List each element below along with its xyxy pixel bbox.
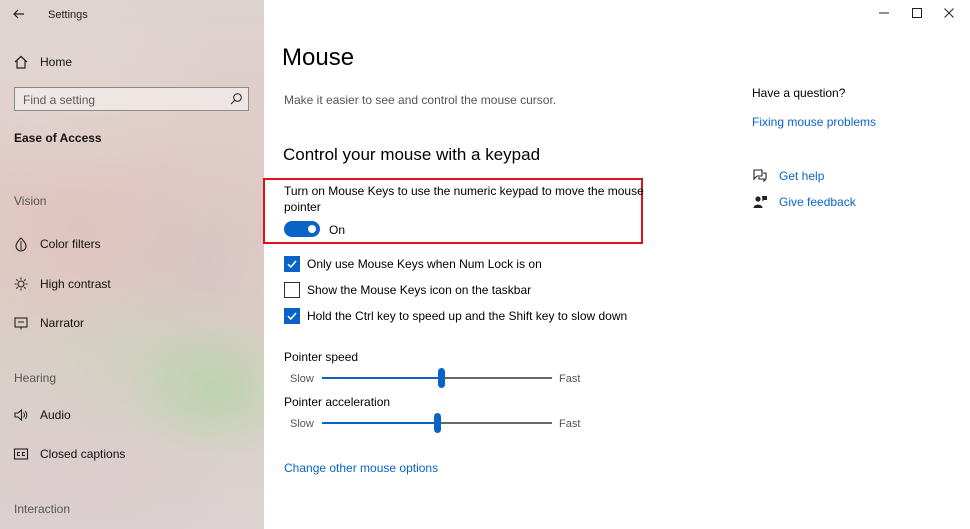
- page-description: Make it easier to see and control the mo…: [284, 93, 557, 107]
- mouse-keys-toggle[interactable]: [284, 221, 320, 237]
- feedback-icon: [752, 194, 768, 210]
- closed-captions-icon: [12, 445, 30, 463]
- toggle-knob: [308, 225, 316, 233]
- checkbox-checked[interactable]: [284, 308, 300, 324]
- window-title: Settings: [48, 9, 88, 21]
- pointer-acceleration-max-label: Fast: [559, 418, 581, 430]
- sidebar-item-label: High contrast: [40, 277, 111, 291]
- sidebar: Settings Home Find a setting Ease of Acc…: [0, 0, 264, 529]
- give-feedback-label: Give feedback: [779, 195, 856, 209]
- checkmark-icon: [287, 312, 297, 321]
- checkbox-label: Hold the Ctrl key to speed up and the Sh…: [307, 309, 628, 323]
- help-title: Have a question?: [752, 86, 846, 100]
- mouse-keys-label: Turn on Mouse Keys to use the numeric ke…: [284, 184, 644, 214]
- pointer-acceleration-thumb[interactable]: [433, 413, 441, 433]
- checkbox-unchecked[interactable]: [284, 282, 300, 298]
- maximize-button[interactable]: [904, 3, 930, 23]
- checkmark-icon: [287, 260, 297, 269]
- sidebar-item-label: Narrator: [40, 316, 85, 330]
- brightness-icon: [12, 275, 30, 293]
- section-title: Ease of Access: [14, 131, 102, 145]
- search-icon: [230, 93, 242, 105]
- sidebar-item-label: Audio: [40, 408, 71, 422]
- sidebar-item-label: Closed captions: [40, 447, 126, 461]
- pointer-acceleration-fill: [322, 422, 437, 424]
- back-button[interactable]: [8, 4, 30, 24]
- group-heading-hearing: Hearing: [14, 371, 57, 385]
- back-arrow-icon: [13, 9, 24, 19]
- search-placeholder: Find a setting: [23, 93, 96, 107]
- pointer-acceleration-min-label: Slow: [290, 418, 314, 430]
- sidebar-item-color-filters[interactable]: Color filters: [12, 232, 101, 256]
- checkbox-taskbar-icon[interactable]: Show the Mouse Keys icon on the taskbar: [284, 281, 531, 299]
- get-help-link[interactable]: Get help: [752, 168, 824, 184]
- minimize-icon: [879, 12, 889, 14]
- group-heading-vision: Vision: [14, 194, 47, 208]
- fixing-mouse-problems-link[interactable]: Fixing mouse problems: [752, 115, 876, 129]
- pointer-speed-fill: [322, 377, 442, 379]
- color-filters-icon: [12, 235, 30, 253]
- give-feedback-link[interactable]: Give feedback: [752, 194, 856, 210]
- speaker-icon: [12, 406, 30, 424]
- sidebar-item-high-contrast[interactable]: High contrast: [12, 272, 111, 296]
- checkbox-ctrl-shift[interactable]: Hold the Ctrl key to speed up and the Sh…: [284, 307, 627, 325]
- close-button[interactable]: [936, 3, 962, 23]
- sidebar-item-label: Color filters: [40, 237, 101, 251]
- pointer-acceleration-label: Pointer acceleration: [284, 395, 391, 409]
- other-mouse-options-link[interactable]: Change other mouse options: [284, 461, 438, 475]
- pointer-speed-max-label: Fast: [559, 373, 581, 385]
- pointer-speed-thumb[interactable]: [438, 368, 446, 388]
- close-icon: [944, 8, 954, 18]
- pointer-speed-min-label: Slow: [290, 373, 314, 385]
- page-title: Mouse: [282, 44, 355, 71]
- narrator-icon: [12, 314, 30, 332]
- sidebar-item-label: Home: [40, 55, 73, 69]
- group-heading-interaction: Interaction: [14, 502, 71, 516]
- keypad-heading: Control your mouse with a keypad: [283, 145, 541, 164]
- minimize-button[interactable]: [871, 3, 897, 23]
- chat-bubbles-icon: [752, 168, 768, 184]
- home-icon: [12, 53, 30, 71]
- checkbox-label: Only use Mouse Keys when Num Lock is on: [307, 257, 542, 271]
- sidebar-item-narrator[interactable]: Narrator: [12, 311, 84, 335]
- checkbox-label: Show the Mouse Keys icon on the taskbar: [307, 283, 532, 297]
- search-input[interactable]: Find a setting: [14, 87, 249, 111]
- checkbox-checked[interactable]: [284, 256, 300, 272]
- get-help-label: Get help: [779, 169, 825, 183]
- toggle-state-label: On: [329, 223, 346, 237]
- sidebar-item-home[interactable]: Home: [12, 50, 72, 74]
- pointer-speed-label: Pointer speed: [284, 350, 359, 364]
- maximize-icon: [912, 8, 922, 18]
- sidebar-item-closed-captions[interactable]: Closed captions: [12, 442, 125, 466]
- sidebar-item-audio[interactable]: Audio: [12, 403, 71, 427]
- checkbox-num-lock[interactable]: Only use Mouse Keys when Num Lock is on: [284, 255, 542, 273]
